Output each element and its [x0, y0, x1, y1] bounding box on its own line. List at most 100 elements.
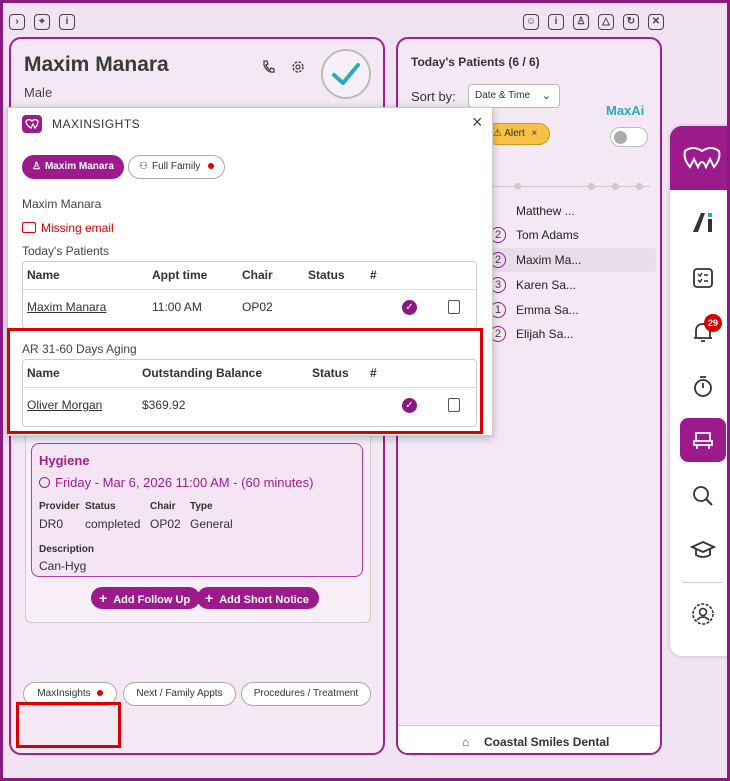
- stopwatch-icon: [694, 376, 712, 397]
- profile-settings-icon: [692, 603, 714, 625]
- todays-patients-table: Name Appt time Chair Status # Maxim Mana…: [22, 261, 477, 329]
- notification-dot: [208, 163, 215, 170]
- clinic-name: Coastal Smiles Dental: [484, 735, 610, 749]
- close-icon[interactable]: ×: [472, 112, 483, 133]
- pin-icon[interactable]: ⌖: [34, 14, 50, 30]
- checklist-icon: [693, 268, 713, 288]
- col-header-hash: #: [370, 268, 377, 282]
- todays-patients-title: Today's Patients (6 / 6): [411, 55, 540, 69]
- check-icon: [332, 63, 360, 85]
- info-icon-right[interactable]: i: [548, 14, 564, 30]
- highlight-box-tab: [16, 702, 121, 748]
- nav-tooth-logo[interactable]: [670, 126, 727, 190]
- nav-profile[interactable]: [680, 592, 726, 636]
- filter-patient-button[interactable]: ♙ Maxim Manara: [22, 155, 124, 179]
- sort-select[interactable]: Date & Time ⌄: [468, 84, 560, 108]
- chevron-down-icon: ⌄: [541, 90, 551, 102]
- col-header-status: Status: [308, 268, 345, 282]
- add-follow-up-button[interactable]: + Add Follow Up: [91, 587, 201, 609]
- sort-label: Sort by:: [411, 89, 456, 104]
- patient-list-item[interactable]: Matthew ...: [516, 204, 575, 218]
- patient-list-item[interactable]: Karen Sa...: [516, 278, 576, 292]
- todays-row-chair: OP02: [242, 300, 273, 314]
- description-label: Description: [39, 544, 95, 555]
- timeline-dot: [514, 183, 521, 190]
- alert-chip[interactable]: ⚠ Alert ×: [486, 123, 550, 145]
- maxai-label: MaxAi: [606, 103, 645, 118]
- chat-icon[interactable]: ☺: [523, 14, 539, 30]
- notification-dot: [96, 690, 103, 697]
- timeline-dot: [588, 183, 595, 190]
- chair-value: OP02: [150, 517, 181, 531]
- nav-timer[interactable]: [680, 364, 726, 408]
- appointment-title: Hygiene: [39, 453, 90, 468]
- expand-icon[interactable]: ›: [9, 14, 25, 30]
- nav-notifications[interactable]: 29: [680, 310, 726, 354]
- plus-icon: +: [205, 590, 214, 606]
- rail-divider: [682, 582, 722, 583]
- patient-gender: Male: [24, 85, 53, 100]
- chair-icon: [693, 432, 713, 449]
- warning-icon: ⚠: [493, 128, 502, 139]
- close-icon[interactable]: ×: [532, 128, 538, 139]
- nav-dental-chair[interactable]: [680, 418, 726, 462]
- type-value: General: [190, 517, 233, 531]
- col-header-appt-time: Appt time: [152, 268, 208, 282]
- todays-patients-section-title: Today's Patients: [22, 244, 110, 258]
- appointment-card[interactable]: Hygiene Friday - Mar 6, 2026 11:00 AM - …: [31, 443, 363, 577]
- status-label: Status: [85, 501, 116, 512]
- patient-name: Maxim Manara: [24, 53, 169, 76]
- close-icon[interactable]: ✕: [648, 14, 664, 30]
- nav-education[interactable]: [680, 528, 726, 572]
- maxinsights-logo-icon: [22, 115, 42, 133]
- patient-list-item[interactable]: Emma Sa...: [516, 303, 579, 317]
- ai-logo-icon: [693, 213, 712, 232]
- missing-email-warning: Missing email: [22, 221, 114, 235]
- clock-icon: [39, 477, 50, 488]
- highlight-box-ar: [7, 328, 483, 434]
- clinic-footer: ⌂ Coastal Smiles Dental: [398, 725, 660, 753]
- user-icon[interactable]: ♙: [573, 14, 589, 30]
- modal-title: MAXINSIGHTS: [52, 117, 141, 131]
- patient-list-item[interactable]: Elijah Sa...: [516, 327, 573, 341]
- tab-procedures-treatment[interactable]: Procedures / Treatment: [241, 682, 371, 706]
- type-label: Type: [190, 501, 213, 512]
- side-nav-rail: 29: [670, 126, 727, 656]
- gear-icon[interactable]: [290, 59, 306, 75]
- toggle-knob: [614, 131, 627, 144]
- add-short-notice-button[interactable]: + Add Short Notice: [197, 587, 320, 609]
- nav-checklist[interactable]: [680, 256, 726, 300]
- table-divider: [23, 289, 476, 290]
- tab-next-family-appts[interactable]: Next / Family Appts: [123, 682, 236, 706]
- phone-icon[interactable]: [261, 59, 277, 75]
- search-icon: [693, 486, 713, 506]
- refresh-icon[interactable]: ↻: [623, 14, 639, 30]
- maxai-toggle[interactable]: [610, 127, 648, 147]
- provider-value: DR0: [39, 517, 64, 531]
- provider-label: Provider: [39, 501, 80, 512]
- col-header-chair: Chair: [242, 268, 273, 282]
- check-status-circle[interactable]: [321, 49, 371, 99]
- col-header-name: Name: [27, 268, 60, 282]
- modal-patient-name: Maxim Manara: [22, 197, 102, 211]
- patient-list-item[interactable]: Tom Adams: [516, 228, 579, 242]
- chair-label: Chair: [150, 501, 176, 512]
- info-icon[interactable]: i: [59, 14, 75, 30]
- check-icon: ✓: [402, 300, 417, 315]
- envelope-icon: [22, 222, 36, 233]
- bell-icon-small[interactable]: △: [598, 14, 614, 30]
- filter-full-family-button[interactable]: ⚇ Full Family: [128, 155, 226, 179]
- app-window: › ⌖ i ☺ i ♙ △ ↻ ✕ Maxim Manara Male Hygi…: [0, 0, 730, 781]
- nav-search[interactable]: [680, 474, 726, 518]
- plus-icon: +: [99, 590, 108, 606]
- person-icon: ♙: [32, 161, 41, 172]
- appointment-datetime: Friday - Mar 6, 2026 11:00 AM - (60 minu…: [39, 475, 313, 490]
- nav-ai[interactable]: [680, 200, 726, 244]
- patient-list-item[interactable]: Maxim Ma...: [516, 253, 581, 267]
- graduation-cap-icon: [690, 541, 716, 558]
- tooth-icon: [683, 147, 720, 170]
- notification-count-badge: 29: [704, 314, 722, 332]
- description-value: Can-Hyg: [39, 559, 87, 573]
- notes-icon[interactable]: [448, 300, 460, 314]
- todays-row-name-link[interactable]: Maxim Manara: [27, 300, 106, 314]
